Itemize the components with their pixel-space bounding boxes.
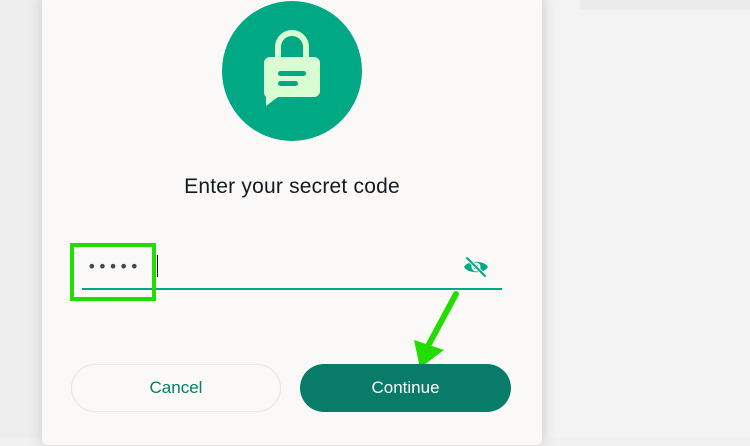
lock-icon (222, 1, 362, 141)
annotation-arrow-icon (414, 291, 459, 368)
background-right-strip (580, 0, 750, 10)
text-caret (157, 255, 158, 277)
continue-button[interactable]: Continue (300, 364, 511, 412)
eye-off-icon[interactable] (462, 255, 490, 279)
dialog-title: Enter your secret code (184, 175, 400, 198)
input-highlight-box (70, 243, 156, 301)
background-left (0, 0, 40, 438)
lock-message-icon (264, 30, 320, 106)
cancel-button[interactable]: Cancel (71, 364, 281, 412)
background-right (548, 0, 750, 438)
